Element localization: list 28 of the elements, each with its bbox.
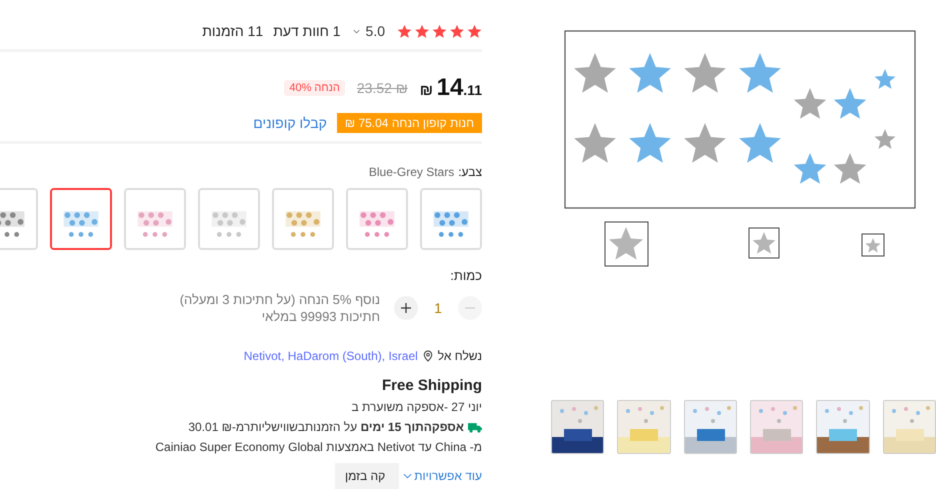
stock-note: חתיכות 99993 במלאי xyxy=(260,308,380,325)
rating-score: 5.0 xyxy=(366,23,385,39)
color-swatch[interactable] xyxy=(50,188,112,250)
free-shipping-title: Free Shipping xyxy=(380,377,482,394)
quantity-value[interactable]: 1 xyxy=(428,300,448,316)
plus-icon xyxy=(400,302,412,314)
get-coupons-link[interactable]: קבלו קופונים xyxy=(253,115,327,131)
ship-to-label: נשלח אל xyxy=(438,349,482,363)
color-value: Blue-Grey Stars xyxy=(368,165,454,179)
location-pin-icon xyxy=(422,350,433,362)
store-coupon-badge[interactable]: חנות קופון הנחה 75.04 ₪ xyxy=(336,113,482,133)
location-link[interactable]: Netivot, HaDarom (South), Israel xyxy=(244,349,418,363)
plus-button[interactable] xyxy=(394,296,418,320)
original-price: 23.52 ₪ xyxy=(356,80,408,96)
delivery-option[interactable]: קה בזמן xyxy=(335,463,400,489)
price: ₪14.11 xyxy=(420,74,482,102)
shipping-route: מ- China עד Netivot באמצעות Cainiao Super Economy Global xyxy=(154,440,482,454)
color-label: צבע: xyxy=(458,165,482,179)
fast-delivery-note: אספקהתוך 15 ימים על הזמנותבשווישליותרמ-₪ 30.01 xyxy=(188,420,464,434)
caret-icon[interactable] xyxy=(352,28,360,34)
truck-icon xyxy=(468,422,482,432)
chevron-down-icon xyxy=(403,473,412,479)
review-count[interactable]: 1 חוות דעת xyxy=(273,23,341,39)
delivery-estimate: יוני 27 -אספקה משוערת ב xyxy=(350,400,482,414)
discount-badge: הנחה 40% xyxy=(284,80,345,96)
order-count: 11 הזמנות xyxy=(202,23,264,39)
bulk-discount-note: נוסף 5% הנחה (על חתיכות 3 ומעלה) xyxy=(180,291,380,308)
quantity-label: כמות: xyxy=(449,268,482,283)
